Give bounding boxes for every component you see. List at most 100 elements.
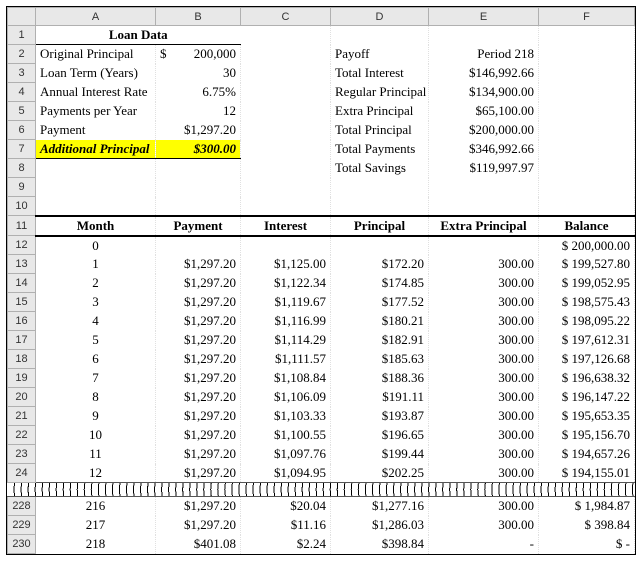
payment-cell[interactable]: $1,297.20 — [156, 331, 241, 350]
payment-cell[interactable]: $1,297.20 — [156, 255, 241, 274]
row-header[interactable]: 229 — [8, 516, 36, 535]
hdr-interest[interactable]: Interest — [241, 216, 331, 236]
summary-label[interactable]: Extra Principal — [331, 102, 429, 121]
principal-cell[interactable]: $1,277.16 — [331, 497, 429, 516]
hdr-extra[interactable]: Extra Principal — [429, 216, 539, 236]
row-header[interactable]: 17 — [8, 331, 36, 350]
row-header[interactable]: 3 — [8, 64, 36, 83]
balance-cell[interactable]: $ 195,653.35 — [539, 407, 635, 426]
row-header[interactable]: 2 — [8, 45, 36, 64]
col-header-F[interactable]: F — [539, 8, 635, 26]
extra-cell[interactable]: 300.00 — [429, 445, 539, 464]
loan-label[interactable]: Loan Term (Years) — [36, 64, 156, 83]
interest-cell[interactable]: $11.16 — [241, 516, 331, 535]
interest-cell[interactable]: $1,125.00 — [241, 255, 331, 274]
interest-cell[interactable]: $1,094.95 — [241, 464, 331, 483]
month-cell[interactable]: 5 — [36, 331, 156, 350]
summary-label[interactable]: Total Interest — [331, 64, 429, 83]
cell[interactable] — [241, 45, 331, 64]
cell[interactable] — [156, 197, 241, 216]
row-header[interactable]: 12 — [8, 236, 36, 255]
loan-value[interactable]: 12 — [156, 102, 241, 121]
cell[interactable] — [429, 178, 539, 197]
month-cell[interactable]: 4 — [36, 312, 156, 331]
balance-cell[interactable]: $ - — [539, 535, 635, 554]
cell[interactable] — [539, 64, 635, 83]
hdr-balance[interactable]: Balance — [539, 216, 635, 236]
month-cell[interactable]: 216 — [36, 497, 156, 516]
row-header[interactable]: 230 — [8, 535, 36, 554]
cell[interactable] — [331, 178, 429, 197]
extra-cell[interactable]: 300.00 — [429, 516, 539, 535]
summary-value[interactable]: $200,000.00 — [429, 121, 539, 140]
balance-cell[interactable]: $ 198,575.43 — [539, 293, 635, 312]
row-header[interactable]: 6 — [8, 121, 36, 140]
balance-cell[interactable]: $ 194,155.01 — [539, 464, 635, 483]
payment-cell[interactable]: $1,297.20 — [156, 497, 241, 516]
col-header-A[interactable]: A — [36, 8, 156, 26]
month-cell[interactable]: 10 — [36, 426, 156, 445]
extra-cell[interactable]: 300.00 — [429, 293, 539, 312]
extra-cell[interactable]: 300.00 — [429, 255, 539, 274]
balance-cell[interactable]: $ 195,156.70 — [539, 426, 635, 445]
interest-cell[interactable]: $1,106.09 — [241, 388, 331, 407]
row-header[interactable]: 13 — [8, 255, 36, 274]
month-cell[interactable]: 217 — [36, 516, 156, 535]
interest-cell[interactable]: $1,111.57 — [241, 350, 331, 369]
month-cell[interactable]: 0 — [36, 236, 156, 255]
summary-label[interactable]: Total Savings — [331, 159, 429, 178]
interest-cell[interactable]: $1,100.55 — [241, 426, 331, 445]
row-header[interactable]: 4 — [8, 83, 36, 102]
loan-label[interactable]: Additional Principal — [36, 140, 156, 159]
cell[interactable] — [539, 83, 635, 102]
balance-cell[interactable]: $ 198,095.22 — [539, 312, 635, 331]
loan-value[interactable]: $200,000 — [156, 45, 241, 64]
corner-cell[interactable] — [8, 8, 36, 26]
month-cell[interactable]: 11 — [36, 445, 156, 464]
loan-value[interactable]: $1,297.20 — [156, 121, 241, 140]
principal-cell[interactable]: $182.91 — [331, 331, 429, 350]
summary-value[interactable]: $119,997.97 — [429, 159, 539, 178]
interest-cell[interactable]: $1,114.29 — [241, 331, 331, 350]
row-header[interactable]: 20 — [8, 388, 36, 407]
month-cell[interactable]: 2 — [36, 274, 156, 293]
balance-cell[interactable]: $ 194,657.26 — [539, 445, 635, 464]
cell[interactable] — [539, 159, 635, 178]
loan-label[interactable] — [36, 159, 156, 178]
payment-cell[interactable]: $1,297.20 — [156, 407, 241, 426]
balance-cell[interactable]: $ 1,984.87 — [539, 497, 635, 516]
row-header[interactable]: 18 — [8, 350, 36, 369]
principal-cell[interactable]: $185.63 — [331, 350, 429, 369]
balance-cell[interactable]: $ 196,147.22 — [539, 388, 635, 407]
cell[interactable] — [539, 140, 635, 159]
interest-cell[interactable]: $1,122.34 — [241, 274, 331, 293]
cell[interactable] — [241, 178, 331, 197]
extra-cell[interactable]: 300.00 — [429, 369, 539, 388]
hdr-principal[interactable]: Principal — [331, 216, 429, 236]
loan-label[interactable]: Original Principal — [36, 45, 156, 64]
cell[interactable] — [241, 140, 331, 159]
summary-value[interactable]: $346,992.66 — [429, 140, 539, 159]
loan-label[interactable]: Annual Interest Rate — [36, 83, 156, 102]
cell[interactable] — [539, 121, 635, 140]
interest-cell[interactable]: $1,119.67 — [241, 293, 331, 312]
cell[interactable] — [241, 197, 331, 216]
summary-value[interactable]: $134,900.00 — [429, 83, 539, 102]
loan-label[interactable]: Payments per Year — [36, 102, 156, 121]
loan-data-title[interactable]: Loan Data — [36, 26, 241, 45]
extra-cell[interactable]: - — [429, 535, 539, 554]
principal-cell[interactable]: $174.85 — [331, 274, 429, 293]
row-header[interactable]: 15 — [8, 293, 36, 312]
cell[interactable] — [539, 102, 635, 121]
month-cell[interactable]: 1 — [36, 255, 156, 274]
interest-cell[interactable]: $1,116.99 — [241, 312, 331, 331]
row-header[interactable]: 19 — [8, 369, 36, 388]
cell[interactable] — [36, 178, 156, 197]
principal-cell[interactable]: $191.11 — [331, 388, 429, 407]
col-header-D[interactable]: D — [331, 8, 429, 26]
principal-cell[interactable]: $202.25 — [331, 464, 429, 483]
grid[interactable]: A B C D E F 1 Loan Data 2Original Princi… — [7, 7, 635, 554]
row-header[interactable]: 5 — [8, 102, 36, 121]
principal-cell[interactable]: $199.44 — [331, 445, 429, 464]
balance-cell[interactable]: $ 398.84 — [539, 516, 635, 535]
